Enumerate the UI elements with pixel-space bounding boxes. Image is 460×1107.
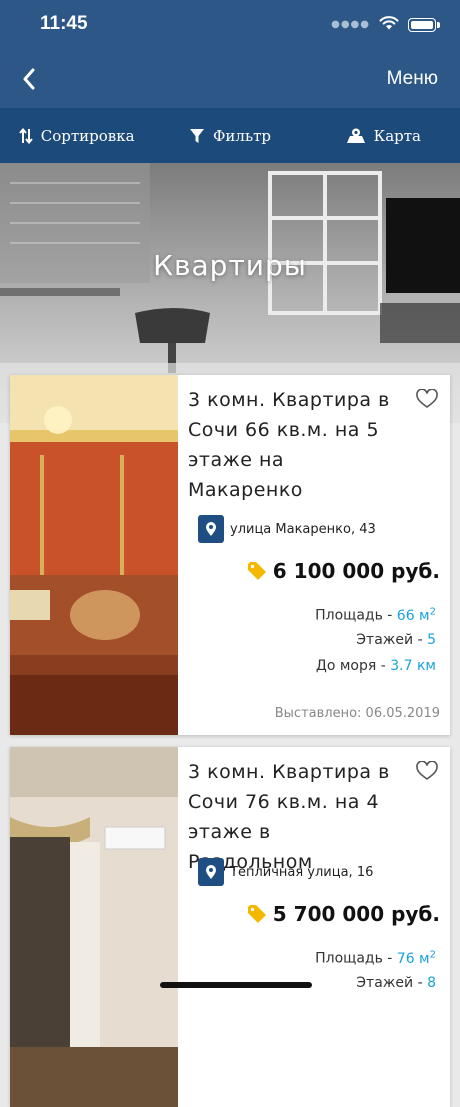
sea-distance-label: До моря - (315, 658, 391, 674)
status-bar: 11:45 ●●●● (0, 0, 460, 50)
location-pin-icon (198, 858, 224, 886)
floors-label: Этажей - (356, 632, 428, 648)
price-tag-icon (247, 562, 266, 580)
price-text: 6 100 000 руб. (272, 559, 440, 583)
home-indicator[interactable] (160, 982, 312, 988)
floors-spec: Этажей - 5 (356, 632, 436, 648)
nav-bar: Меню (0, 50, 460, 108)
listing-details: 3 комн. Квартира в Сочи 76 кв.м. на 4 эт… (188, 747, 450, 1107)
sea-distance-spec: До моря - 3.7 км (316, 658, 436, 674)
area-spec: Площадь - 76 м2 (315, 949, 436, 967)
listing-photo (10, 375, 178, 735)
location-pin-icon (198, 515, 224, 543)
price-text: 5 700 000 руб. (272, 902, 440, 926)
listing-address: Тепличная улица, 16 (198, 858, 373, 886)
sea-distance-value: 3.7 км (390, 658, 436, 674)
back-button[interactable] (16, 64, 42, 94)
floors-spec: Этажей - 8 (356, 975, 436, 991)
area-value: 76 м (396, 950, 430, 967)
area-spec: Площадь - 66 м2 (315, 606, 436, 624)
listing-price: 5 700 000 руб. (247, 902, 440, 926)
listing-details: 3 комн. Квартира в Сочи 66 кв.м. на 5 эт… (188, 375, 450, 735)
favorite-button[interactable] (416, 760, 438, 785)
filter-icon (189, 128, 204, 143)
posted-date: Выставлено: 06.05.2019 (274, 706, 440, 721)
sort-label: Сортировка (40, 126, 135, 145)
map-icon (346, 128, 365, 143)
status-time: 11:45 (40, 13, 88, 34)
heart-icon (416, 760, 438, 780)
floors-value: 5 (427, 632, 436, 648)
sort-icon (18, 127, 33, 144)
listing-price: 6 100 000 руб. (247, 559, 440, 583)
battery-icon (408, 17, 440, 32)
area-unit-sup: 2 (429, 606, 436, 617)
listing-photo (10, 747, 178, 1107)
floors-label: Этажей - (356, 975, 428, 991)
page-title: Квартиры (153, 249, 307, 282)
listing-title[interactable]: 3 комн. Квартира в Сочи 66 кв.м. на 5 эт… (188, 385, 398, 505)
favorite-button[interactable] (416, 388, 438, 413)
floors-value: 8 (427, 975, 436, 991)
bedroom-photo (10, 375, 178, 735)
price-tag-icon (247, 905, 266, 923)
filter-label: Фильтр (212, 126, 272, 145)
menu-button[interactable]: Меню (387, 68, 438, 90)
wifi-icon (379, 15, 399, 34)
area-value: 66 м (396, 607, 430, 624)
listing-card[interactable]: 3 комн. Квартира в Сочи 66 кв.м. на 5 эт… (10, 375, 450, 735)
filter-button[interactable]: Фильтр (153, 108, 306, 163)
signal-icon: ●●●● (331, 19, 370, 30)
heart-icon (416, 388, 438, 408)
living-room-photo (10, 747, 178, 1107)
area-label: Площадь - (315, 607, 397, 624)
listing-address: улица Макаренко, 43 (198, 515, 376, 543)
map-label: Карта (373, 126, 422, 145)
address-text: Тепличная улица, 16 (230, 864, 374, 880)
listing-card[interactable]: 3 комн. Квартира в Сочи 76 кв.м. на 4 эт… (10, 747, 450, 1107)
map-button[interactable]: Карта (307, 108, 460, 163)
address-text: улица Макаренко, 43 (230, 521, 376, 537)
toolbar: Сортировка Фильтр Карта (0, 108, 460, 163)
sort-button[interactable]: Сортировка (0, 108, 153, 163)
area-unit-sup: 2 (429, 949, 436, 960)
area-label: Площадь - (315, 950, 397, 967)
chevron-left-icon (23, 68, 35, 90)
